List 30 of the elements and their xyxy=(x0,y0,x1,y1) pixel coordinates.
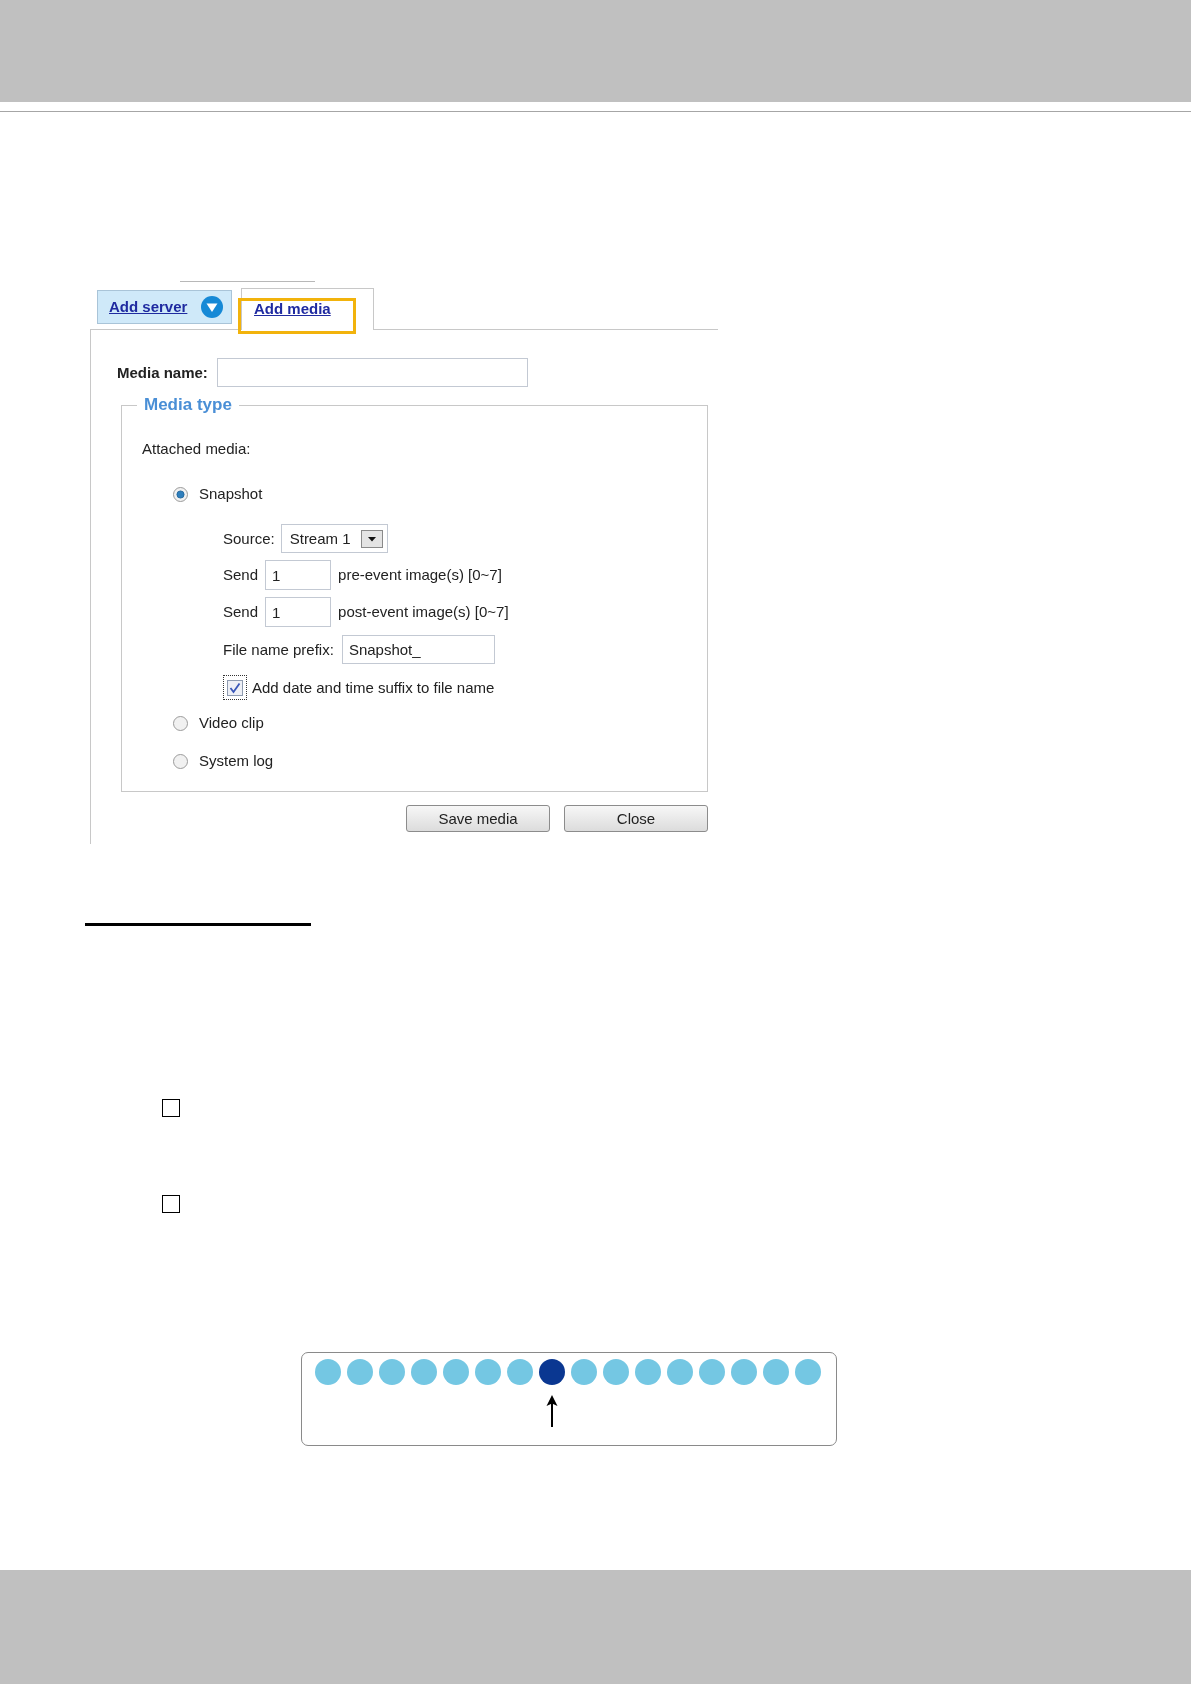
up-arrow-icon xyxy=(546,1394,558,1427)
media-name-field[interactable] xyxy=(216,358,528,387)
field-label: Source: xyxy=(223,528,275,549)
checkbox[interactable] xyxy=(162,1099,180,1117)
radio-label[interactable]: Video clip xyxy=(199,713,264,733)
field-label: Send xyxy=(223,602,259,622)
checkbox[interactable] xyxy=(162,1195,180,1213)
section-label: Attached media: xyxy=(142,439,252,459)
radio-label[interactable]: Snapshot xyxy=(199,484,263,504)
push-button[interactable]: Close xyxy=(564,805,708,832)
post-event-count-field[interactable]: 1 xyxy=(265,597,332,627)
radio-button[interactable] xyxy=(173,753,188,769)
pre-event-count-field[interactable]: 1 xyxy=(265,560,332,590)
push-button[interactable]: Save media xyxy=(406,805,550,832)
field-label: Send xyxy=(223,565,259,585)
tab[interactable]: Add server xyxy=(97,290,232,324)
file-prefix-field[interactable]: Snapshot_ xyxy=(341,635,495,664)
field-hint: post-event image(s) [0~7] xyxy=(338,602,509,622)
field-label: File name prefix: xyxy=(223,639,334,660)
group-title: Media type xyxy=(143,395,233,415)
source-select[interactable]: Stream 1 xyxy=(280,524,388,553)
field-label: Media name: xyxy=(117,364,208,381)
radio-label[interactable]: System log xyxy=(199,751,274,771)
radio-button[interactable] xyxy=(173,486,188,502)
down-arrow-circle-icon[interactable] xyxy=(201,296,223,318)
field-hint: pre-event image(s) [0~7] xyxy=(338,565,502,585)
checkbox-label[interactable]: Add date and time suffix to file name xyxy=(252,677,495,698)
checkbox[interactable] xyxy=(223,675,247,700)
radio-button[interactable] xyxy=(173,715,188,731)
caret-icon[interactable] xyxy=(360,529,383,548)
